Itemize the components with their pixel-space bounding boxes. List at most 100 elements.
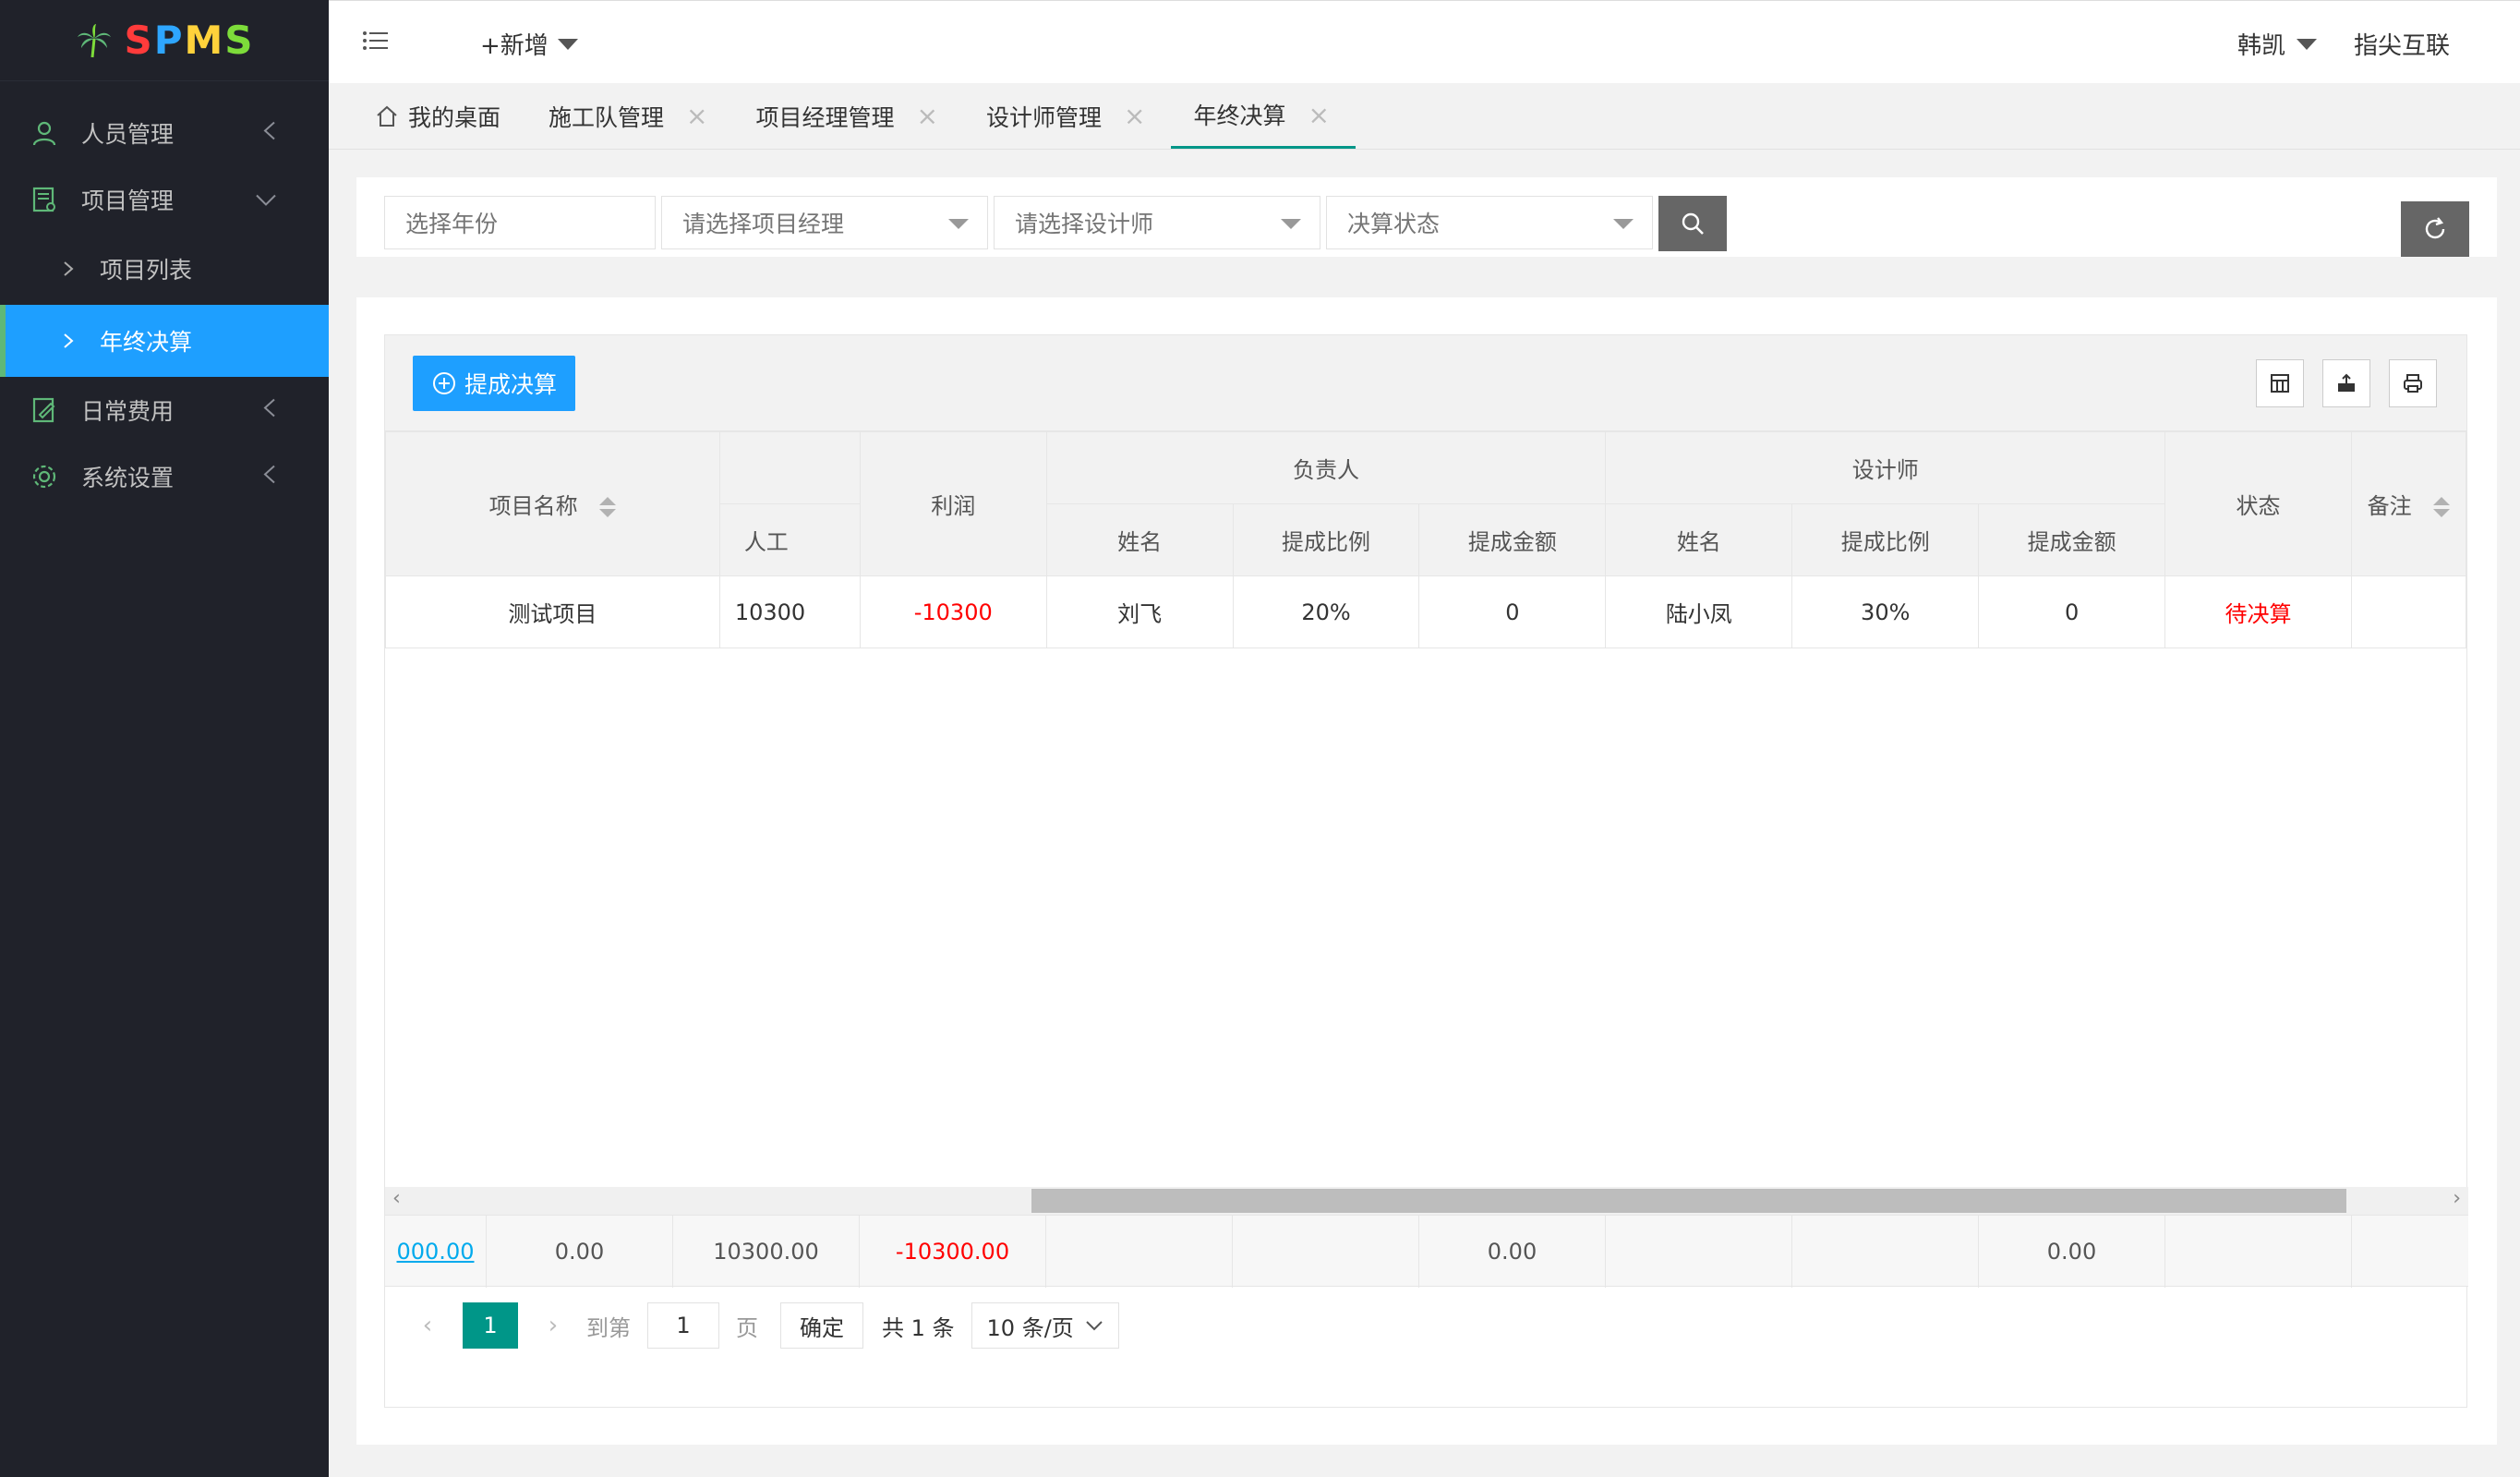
tab-year-end[interactable]: 年终决算 × [1171, 83, 1356, 149]
sidebar-item-label: 系统设置 [81, 465, 175, 491]
add-new-menu[interactable]: +新增 [480, 27, 578, 61]
plus-circle-icon [433, 372, 455, 394]
page-unit-label: 页 [736, 1314, 758, 1341]
logo-letter: S [124, 18, 154, 63]
sidebar-menu: 人员管理 项目管理 项目列表 年终决算 日常费用 系统设置 [0, 81, 329, 510]
total-count: 共 1 条 [882, 1314, 955, 1341]
cell-manager-amount: 0 [1418, 575, 1607, 648]
table-toolbar: 提成决算 [385, 335, 2466, 431]
search-button[interactable] [1658, 196, 1727, 251]
table-row[interactable]: 测试项目 10300 -10300 刘飞 20% 0 陆小凤 30% 0 待决算 [385, 575, 2467, 648]
status-select-placeholder: 决算状态 [1347, 211, 1441, 237]
logo-text: SPMS [124, 18, 254, 63]
columns-filter-button[interactable] [2256, 359, 2304, 407]
close-icon[interactable]: × [686, 101, 707, 131]
total-second: 0.00 [487, 1216, 673, 1288]
user-menu[interactable]: 韩凯 [2237, 27, 2317, 61]
caret-down-icon [557, 38, 578, 50]
total-labor: 10300.00 [673, 1216, 860, 1288]
page-size-select[interactable]: 10 条/页 [971, 1302, 1119, 1349]
close-icon[interactable]: × [1124, 101, 1145, 131]
cell-remark [2350, 575, 2467, 648]
col-project-name[interactable]: 项目名称 [385, 431, 720, 576]
caret-down-icon [948, 219, 969, 229]
caret-down-icon [2297, 38, 2317, 50]
goto-page-input[interactable]: 1 [647, 1302, 719, 1349]
prev-page-icon[interactable]: ‹ [409, 1312, 446, 1339]
col-status: 状态 [2164, 431, 2352, 576]
manager-select[interactable]: 请选择项目经理 [661, 196, 988, 249]
status-select[interactable]: 决算状态 [1326, 196, 1653, 249]
close-icon[interactable]: × [917, 101, 938, 131]
search-icon [1682, 212, 1704, 235]
scroll-right-icon[interactable]: › [2453, 1187, 2461, 1210]
horizontal-scrollbar[interactable]: ‹ › [385, 1187, 2468, 1215]
tab-label: 我的桌面 [408, 103, 501, 131]
year-select[interactable]: 选择年份 [384, 196, 656, 249]
totals-row: 000.00 0.00 10300.00 -10300.00 0.00 0.00 [385, 1215, 2468, 1288]
logo[interactable]: SPMS [0, 0, 329, 81]
menu-toggle-icon[interactable] [362, 29, 390, 58]
total-first-link[interactable]: 000.00 [397, 1239, 475, 1265]
refresh-button[interactable] [2401, 201, 2469, 257]
sidebar-item-expense[interactable]: 日常费用 [0, 377, 329, 443]
col-profit: 利润 [859, 431, 1047, 576]
sort-icon[interactable] [599, 497, 617, 517]
cell-designer-ratio: 30% [1791, 575, 1980, 648]
user-name: 韩凯 [2237, 32, 2285, 60]
org-link[interactable]: 指尖互联 [2354, 27, 2450, 61]
cell-project-name: 测试项目 [385, 575, 720, 648]
export-button[interactable] [2322, 359, 2370, 407]
close-icon[interactable]: × [1308, 100, 1329, 130]
chevron-left-icon [262, 397, 277, 424]
sidebar: SPMS 人员管理 项目管理 项目列表 年终决算 日常费用 系统设置 [0, 0, 329, 1477]
goto-confirm-button[interactable]: 确定 [780, 1302, 863, 1349]
tab-designer[interactable]: 设计师管理 × [964, 83, 1171, 149]
home-icon [377, 105, 397, 127]
sidebar-item-project[interactable]: 项目管理 [0, 166, 329, 233]
refresh-icon [2425, 217, 2445, 239]
palm-tree-icon [78, 23, 112, 57]
export-icon [2338, 373, 2355, 392]
tab-label: 设计师管理 [985, 103, 1102, 131]
cell-labor: 10300 [718, 575, 861, 648]
total-blank [1233, 1216, 1419, 1288]
col-group-designer: 设计师 [1605, 431, 2166, 504]
commission-settle-button[interactable]: 提成决算 [413, 356, 576, 411]
designer-select[interactable]: 请选择设计师 [994, 196, 1320, 249]
designer-select-placeholder: 请选择设计师 [1015, 211, 1154, 237]
year-end-table: 项目名称 利润 负责人 设计师 状态 备注 人工 姓名 提成比例 提成金额 姓名… [385, 431, 2467, 648]
col-manager-amount: 提成金额 [1418, 503, 1607, 576]
sidebar-item-personnel[interactable]: 人员管理 [0, 100, 329, 166]
col-remark[interactable]: 备注 [2350, 431, 2467, 576]
sidebar-subitem-label: 项目列表 [100, 257, 193, 284]
tab-desktop[interactable]: 我的桌面 [353, 83, 526, 149]
scroll-left-icon[interactable]: ‹ [392, 1187, 401, 1210]
filter-panel: 选择年份 请选择项目经理 请选择设计师 决算状态 [356, 177, 2497, 257]
total-blank [1046, 1216, 1233, 1288]
total-first[interactable]: 000.00 [385, 1216, 487, 1288]
user-icon [30, 118, 59, 148]
tab-project-manager[interactable]: 项目经理管理 × [734, 83, 964, 149]
main-panel: 提成决算 项目名称 利润 负责人 设计师 状态 备注 人工 姓名 提成比例 提成… [356, 297, 2497, 1445]
commission-settle-label: 提成决算 [464, 371, 558, 398]
caret-down-icon [1613, 219, 1634, 229]
status-badge: 待决算 [2164, 575, 2352, 648]
goto-label: 到第 [586, 1314, 631, 1341]
sidebar-item-label: 人员管理 [81, 121, 175, 148]
sidebar-subitem-label: 年终决算 [100, 329, 193, 356]
scroll-thumb[interactable] [1031, 1189, 2346, 1213]
print-button[interactable] [2389, 359, 2437, 407]
page-size-value: 10 条/页 [986, 1314, 1074, 1341]
total-designer-amount: 0.00 [1979, 1216, 2165, 1288]
sidebar-subitem-year-end[interactable]: 年终决算 [0, 305, 329, 377]
sidebar-item-settings[interactable]: 系统设置 [0, 443, 329, 510]
next-page-icon[interactable]: › [535, 1312, 572, 1339]
sort-icon[interactable] [2433, 497, 2451, 517]
tab-construction-team[interactable]: 施工队管理 × [526, 83, 733, 149]
sidebar-subitem-project-list[interactable]: 项目列表 [0, 233, 329, 305]
page-current[interactable]: 1 [463, 1302, 518, 1349]
cell-designer-amount: 0 [1978, 575, 2166, 648]
gear-icon [30, 462, 59, 491]
total-manager-amount: 0.00 [1419, 1216, 1606, 1288]
